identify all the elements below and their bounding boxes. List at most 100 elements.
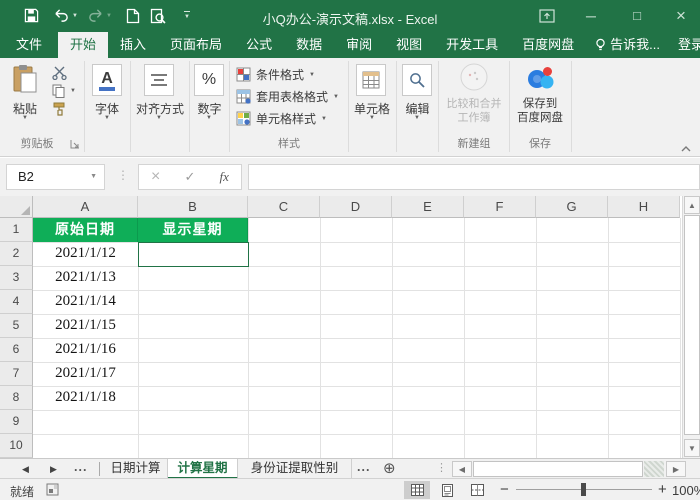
paste-button[interactable] [12,64,38,99]
page-break-view-button[interactable] [464,481,490,499]
row-header-1[interactable]: 1 [0,218,33,242]
tab-review[interactable]: 审阅 [334,32,384,58]
formula-input[interactable] [248,164,700,190]
add-sheet-icon[interactable]: ⊕ [383,459,396,479]
row-header-10[interactable]: 10 [0,434,33,458]
vertical-scroll-thumb[interactable] [684,215,700,435]
hscroll-left-icon[interactable]: ◀ [452,461,472,477]
alignment-button[interactable] [144,64,174,96]
zoom-in-icon[interactable]: + [658,481,667,498]
ribbon-display-options-icon[interactable] [532,0,562,32]
sheet-tab-date-calc[interactable]: 日期计算 [104,459,168,479]
name-box-dropdown-icon[interactable]: ▼ [90,165,97,189]
cell-A2[interactable]: 2021/1/12 [33,242,138,266]
normal-view-button[interactable] [404,481,430,499]
tell-me-box[interactable]: 告诉我... [586,32,669,58]
cell-A7[interactable]: 2021/1/17 [33,362,138,386]
number-button[interactable]: % [194,64,224,96]
font-dropdown-icon[interactable]: ▼ [104,115,110,121]
format-as-table-button[interactable]: 套用表格格式 ▼ [236,88,339,105]
row-header-6[interactable]: 6 [0,338,33,362]
more-tabs-ellipsis[interactable]: ... [357,460,370,474]
zoom-slider-thumb[interactable] [581,483,586,496]
name-box[interactable]: B2 ▼ [6,164,105,190]
tab-page-layout[interactable]: 页面布局 [158,32,234,58]
tab-formulas[interactable]: 公式 [234,32,284,58]
clipboard-dialog-launcher-icon[interactable] [70,136,80,154]
collapse-ribbon-icon[interactable] [680,140,692,158]
number-dropdown-icon[interactable]: ▼ [206,115,212,121]
cell-A3[interactable]: 2021/1/13 [33,266,138,290]
cell-A1[interactable]: 原始日期 [33,218,138,242]
page-layout-view-button[interactable] [434,481,460,499]
cell-A6[interactable]: 2021/1/16 [33,338,138,362]
tab-baidu-netdisk[interactable]: 百度网盘 [510,32,586,58]
alignment-dropdown-icon[interactable]: ▼ [156,115,162,121]
row-header-7[interactable]: 7 [0,362,33,386]
tab-home[interactable]: 开始 [58,32,108,58]
sheet-tab-weekday-calc[interactable]: 计算星期 [168,459,238,479]
format-painter-icon[interactable] [52,102,67,122]
cells-button[interactable] [356,64,386,96]
tab-view[interactable]: 视图 [384,32,434,58]
column-header-F[interactable]: F [464,196,536,218]
column-header-G[interactable]: G [536,196,608,218]
row-header-3[interactable]: 3 [0,266,33,290]
cells-dropdown-icon[interactable]: ▼ [369,115,375,121]
enter-icon[interactable]: ✓ [185,169,196,185]
cut-icon[interactable] [52,66,69,85]
gridline [33,434,680,435]
column-header-B[interactable]: B [138,196,248,218]
cell-B1[interactable]: 显示星期 [138,218,248,242]
close-button[interactable]: × [666,0,696,32]
hscroll-track[interactable] [644,461,664,477]
baidu-save-label-line2[interactable]: 百度网盘 [510,109,570,125]
tabstrip-splitter[interactable]: ⋮ [436,461,447,474]
scroll-up-icon[interactable]: ▲ [684,196,700,214]
select-all-corner[interactable] [0,196,33,218]
insert-function-icon[interactable]: fx [220,169,229,185]
tab-insert[interactable]: 插入 [108,32,158,58]
row-header-8[interactable]: 8 [0,386,33,410]
row-header-2[interactable]: 2 [0,242,33,266]
sheet-tab-id-gender[interactable]: 身份证提取性别 [238,459,352,479]
copy-icon[interactable] [52,84,66,103]
sheet-nav-left-icon[interactable]: ◀ [22,459,29,479]
cell-styles-button[interactable]: 单元格样式 ▼ [236,110,327,127]
macro-record-icon[interactable] [46,483,59,499]
column-header-A[interactable]: A [33,196,138,218]
baidu-netdisk-icon[interactable] [524,62,558,97]
tab-file[interactable]: 文件 [0,32,58,58]
paste-dropdown-icon[interactable]: ▼ [22,115,28,121]
copy-dropdown-icon[interactable]: ▼ [70,88,76,94]
vertical-scrollbar[interactable]: ▲ ▼ [682,196,700,458]
row-header-9[interactable]: 9 [0,410,33,434]
row-header-4[interactable]: 4 [0,290,33,314]
sheet-nav-right-icon[interactable]: ▶ [50,459,57,479]
hscroll-right-icon[interactable]: ▶ [666,461,686,477]
tab-data[interactable]: 数据 [284,32,334,58]
formula-bar-splitter[interactable]: ⋮ [117,168,129,182]
column-header-H[interactable]: H [608,196,680,218]
cell-A5[interactable]: 2021/1/15 [33,314,138,338]
editing-dropdown-icon[interactable]: ▼ [414,115,420,121]
font-button[interactable]: A [92,64,122,96]
editing-button[interactable] [402,64,432,96]
cancel-icon[interactable]: × [151,168,160,186]
minimize-button[interactable]: ─ [576,0,606,32]
zoom-out-icon[interactable]: − [500,481,509,498]
conditional-format-button[interactable]: 条件格式 ▼ [236,66,315,83]
tab-developer[interactable]: 开发工具 [434,32,510,58]
sign-in-link[interactable]: 登录 [669,32,700,58]
zoom-level[interactable]: 100% [672,483,700,498]
maximize-button[interactable]: □ [622,0,652,32]
hidden-tabs-ellipsis[interactable]: ... [74,460,87,474]
column-header-D[interactable]: D [320,196,392,218]
horizontal-scroll-thumb[interactable] [473,461,643,477]
cell-A4[interactable]: 2021/1/14 [33,290,138,314]
column-header-C[interactable]: C [248,196,320,218]
scroll-down-icon[interactable]: ▼ [684,439,700,457]
column-header-E[interactable]: E [392,196,464,218]
cell-A8[interactable]: 2021/1/18 [33,386,138,410]
row-header-5[interactable]: 5 [0,314,33,338]
